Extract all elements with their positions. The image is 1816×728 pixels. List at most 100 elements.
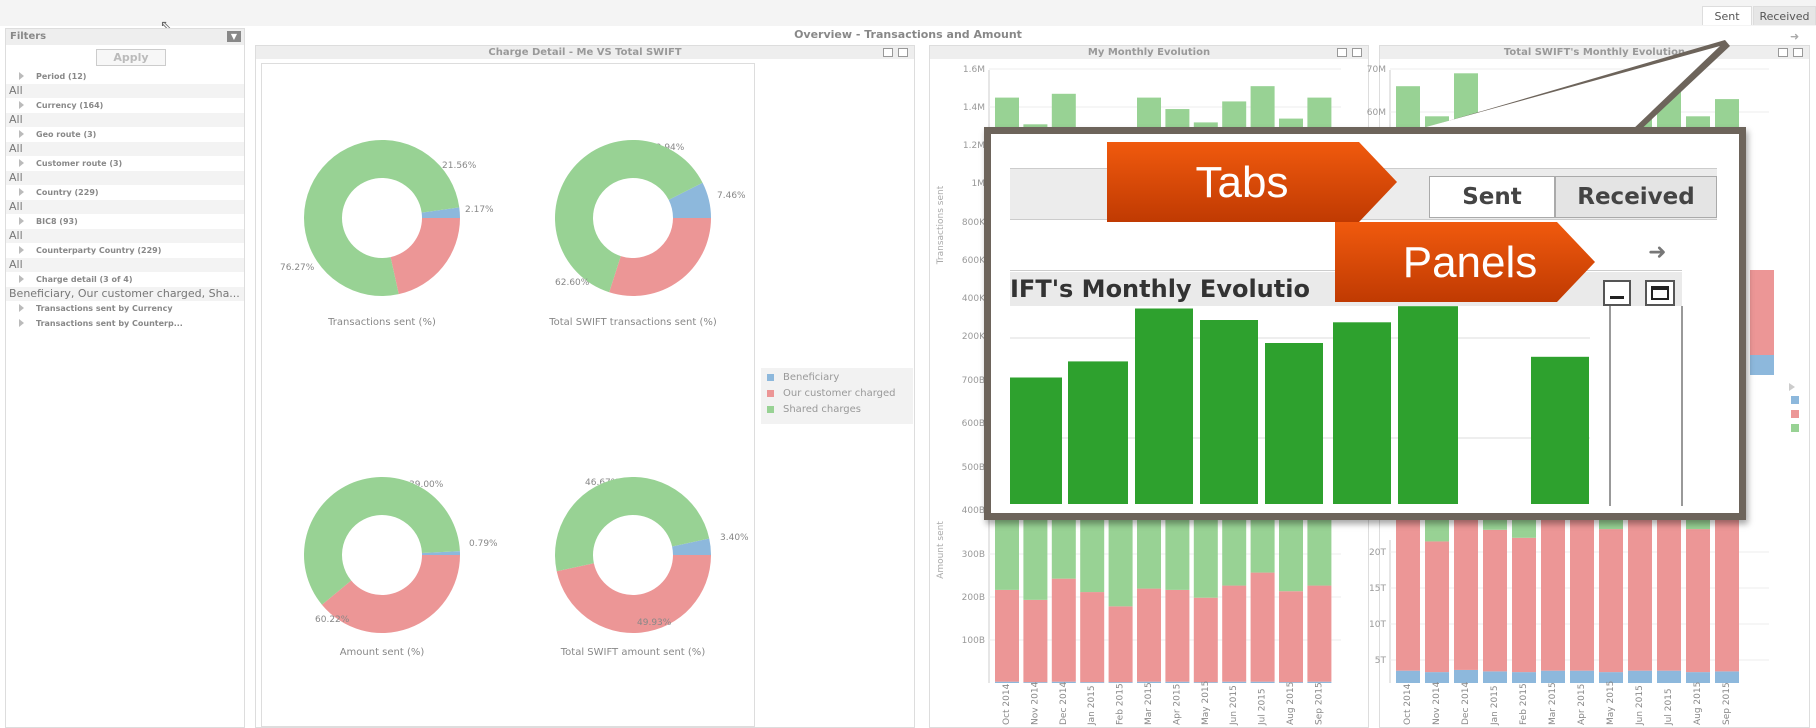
x-tick-label: Jan 2015 bbox=[1490, 685, 1500, 726]
y-tick-label: 400B bbox=[962, 506, 985, 516]
stacked-bar-segment bbox=[1137, 588, 1161, 682]
minimize-glyph bbox=[1610, 296, 1624, 299]
filter-tx-by-currency[interactable]: Transactions sent by Currency bbox=[6, 301, 244, 316]
slice-label: 21.56% bbox=[442, 161, 477, 171]
expand-arrow-icon bbox=[19, 72, 24, 80]
y-tick-label: 1.4M bbox=[963, 103, 985, 113]
minimize-icon[interactable] bbox=[1337, 48, 1347, 57]
stacked-bar-segment bbox=[1396, 518, 1420, 671]
filter-charge-detail[interactable]: Charge detail (3 of 4) bbox=[6, 272, 244, 287]
filter-geo-route[interactable]: Geo route (3) bbox=[6, 127, 244, 142]
tab-received[interactable]: Received bbox=[1753, 6, 1816, 25]
filter-currency[interactable]: Currency (164) bbox=[6, 98, 244, 113]
slice-label: 0.79% bbox=[469, 539, 498, 549]
expand-arrow-icon bbox=[19, 188, 24, 196]
zoom-bar bbox=[1265, 343, 1323, 504]
filter-tx-by-counterparty[interactable]: Transactions sent by Counterp... bbox=[6, 316, 244, 331]
panels-callout-label: Panels bbox=[1335, 222, 1595, 302]
x-tick-label: Dec 2014 bbox=[1461, 682, 1471, 725]
minimize-icon[interactable] bbox=[1778, 48, 1788, 57]
zoom-minimize-icon[interactable] bbox=[1603, 280, 1631, 306]
zoom-maximize-icon[interactable] bbox=[1645, 280, 1675, 306]
tab-sent[interactable]: Sent bbox=[1702, 6, 1752, 25]
donut-slice bbox=[390, 218, 460, 295]
stacked-bar-segment bbox=[1165, 589, 1190, 682]
pie-title: Transactions sent (%) bbox=[327, 317, 436, 328]
x-tick-label: Jan 2015 bbox=[1087, 685, 1097, 726]
x-tick-label: Dec 2014 bbox=[1059, 682, 1069, 725]
stacked-bar-segment bbox=[1222, 585, 1247, 682]
maximize-icon[interactable] bbox=[1793, 48, 1803, 57]
filter-counterparty-country[interactable]: Counterparty Country (229) bbox=[6, 243, 244, 258]
stacked-bar-segment bbox=[1279, 591, 1303, 683]
callout-pointer bbox=[1400, 40, 1730, 135]
stacked-bar-segment bbox=[1250, 572, 1275, 682]
slice-label: 2.17% bbox=[465, 205, 494, 215]
x-tick-label: Oct 2014 bbox=[1002, 683, 1012, 725]
panel-title: My Monthly Evolution bbox=[1087, 47, 1211, 58]
expand-arrow-icon bbox=[19, 304, 24, 312]
legend-toggle-icon[interactable] bbox=[1789, 383, 1795, 391]
legend: Beneficiary Our customer charged Shared … bbox=[761, 368, 913, 424]
stacked-bar-segment bbox=[1512, 537, 1536, 673]
y-tick-label: 300B bbox=[962, 550, 985, 560]
zoom-tab-sent[interactable]: Sent bbox=[1429, 176, 1555, 218]
stacked-bar-segment bbox=[1657, 514, 1681, 671]
zoom-next-arrow-icon[interactable]: ➜ bbox=[1648, 240, 1666, 265]
stacked-bar-segment bbox=[1454, 506, 1478, 670]
filter-customer-route[interactable]: Customer route (3) bbox=[6, 156, 244, 171]
filter-value: All bbox=[6, 113, 244, 127]
y-tick-label: 500B bbox=[962, 463, 985, 473]
maximize-icon[interactable] bbox=[898, 48, 908, 57]
x-tick-label: Apr 2015 bbox=[1172, 684, 1182, 725]
apply-button[interactable]: Apply bbox=[96, 49, 166, 66]
stacked-bar-segment bbox=[1686, 672, 1710, 683]
x-tick-label: Feb 2015 bbox=[1116, 683, 1126, 725]
y-tick-label: 1M bbox=[972, 179, 986, 189]
stacked-bar-segment bbox=[1454, 669, 1478, 683]
tabs-label: Tabs bbox=[1196, 158, 1289, 207]
filter-bic8[interactable]: BIC8 (93) bbox=[6, 214, 244, 229]
zoom-tab-received[interactable]: Received bbox=[1555, 176, 1717, 218]
filter-list: Period (12) All Currency (164) All Geo r… bbox=[6, 69, 244, 331]
expand-arrow-icon bbox=[19, 130, 24, 138]
y-axis-label: Transactions sent bbox=[936, 185, 946, 265]
y-tick-label: 1.6M bbox=[963, 65, 985, 75]
maximize-icon[interactable] bbox=[1352, 48, 1362, 57]
zoom-bar bbox=[1200, 320, 1258, 504]
x-tick-label: Sep 2015 bbox=[1722, 682, 1732, 725]
y-tick-label: 200B bbox=[962, 593, 985, 603]
panels-label: Panels bbox=[1403, 238, 1538, 287]
stacked-bar-segment bbox=[1023, 599, 1048, 683]
legend-swatch bbox=[1791, 424, 1799, 432]
panel-title: Charge Detail - Me VS Total SWIFT bbox=[488, 47, 682, 58]
filter-country[interactable]: Country (229) bbox=[6, 185, 244, 200]
x-tick-label: Mar 2015 bbox=[1144, 682, 1154, 725]
stacked-bar-segment bbox=[1080, 592, 1105, 683]
stacked-bar-segment bbox=[1108, 606, 1133, 683]
collapse-icon[interactable]: ▼ bbox=[227, 31, 241, 42]
filter-period[interactable]: Period (12) bbox=[6, 69, 244, 84]
expand-arrow-icon bbox=[19, 101, 24, 109]
donut-slice bbox=[556, 555, 711, 633]
expand-arrow-icon bbox=[19, 275, 24, 283]
tabs-callout-label: Tabs bbox=[1107, 142, 1397, 222]
minimize-icon[interactable] bbox=[883, 48, 893, 57]
stacked-bar-segment bbox=[1599, 529, 1623, 673]
stacked-bar-segment bbox=[1222, 681, 1247, 683]
filters-header: Filters ▼ bbox=[6, 29, 244, 45]
slice-label: 3.40% bbox=[720, 533, 749, 543]
y-tick-label: 100B bbox=[962, 636, 985, 646]
stacked-bar-segment bbox=[1051, 578, 1076, 682]
stacked-bar-segment bbox=[1396, 670, 1420, 683]
stacked-bar-segment bbox=[1108, 682, 1133, 683]
stacked-bar-segment bbox=[995, 589, 1019, 682]
expand-arrow-icon bbox=[19, 319, 24, 327]
x-tick-label: Jun 2015 bbox=[1229, 685, 1239, 726]
pie-title: Total SWIFT amount sent (%) bbox=[560, 647, 706, 658]
stacked-bar-segment bbox=[1250, 681, 1275, 683]
x-tick-label: Sep 2015 bbox=[1314, 682, 1324, 725]
stacked-bar-segment bbox=[995, 681, 1019, 683]
pie-title: Total SWIFT transactions sent (%) bbox=[548, 317, 717, 328]
expand-arrow-icon bbox=[19, 159, 24, 167]
